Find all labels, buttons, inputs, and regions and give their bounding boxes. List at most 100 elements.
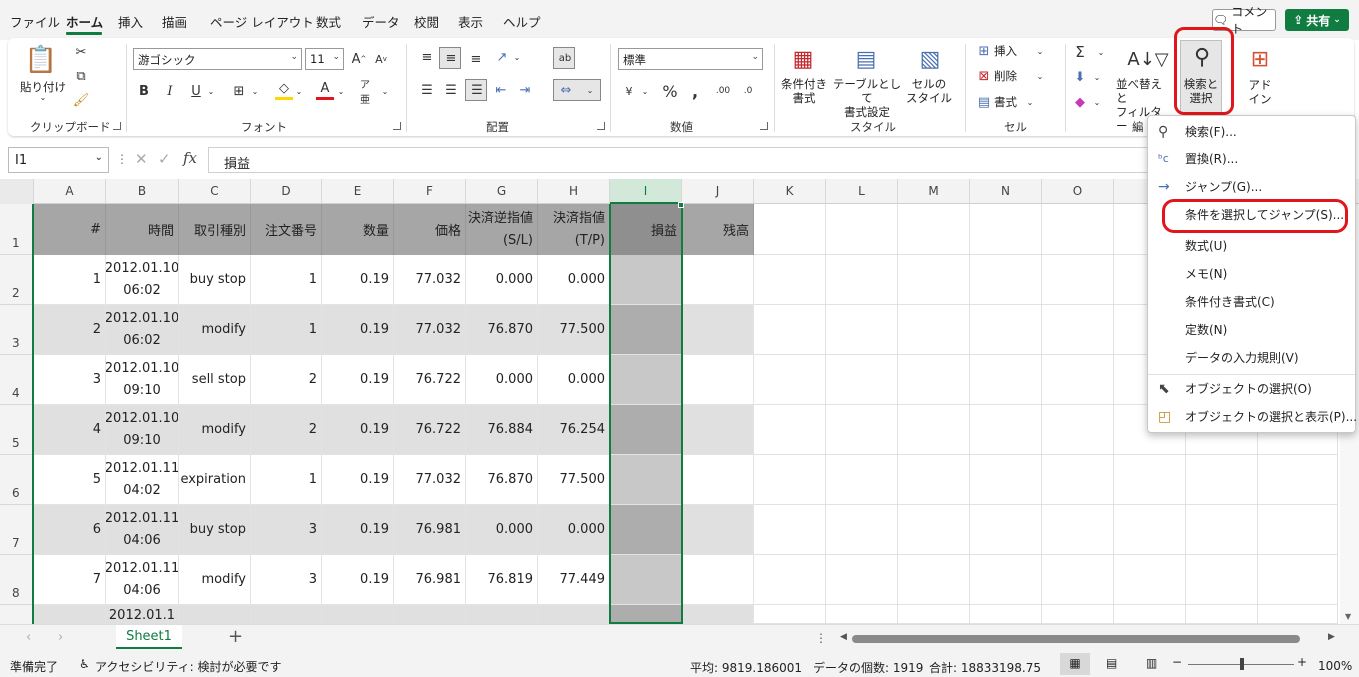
table-cell[interactable]: 0.000 bbox=[538, 255, 610, 305]
zoom-level[interactable]: 100% bbox=[1318, 659, 1352, 673]
next-sheet-icon[interactable]: › bbox=[58, 630, 63, 645]
percent-button[interactable]: % bbox=[660, 81, 680, 101]
table-cell[interactable]: 77.032 bbox=[394, 255, 466, 305]
format-cells-icon[interactable]: ▤ bbox=[975, 94, 993, 110]
table-cell[interactable]: 2012.01.10 06:02 bbox=[106, 255, 179, 305]
table-cell[interactable]: expiration bbox=[179, 455, 251, 505]
table-cell[interactable]: 0.000 bbox=[466, 505, 538, 555]
normal-view-icon[interactable]: ▦ bbox=[1060, 653, 1090, 675]
table-cell[interactable] bbox=[34, 605, 106, 624]
chevron-down-icon[interactable]: ⌄ bbox=[1035, 43, 1045, 59]
column-header-l[interactable]: L bbox=[826, 179, 898, 204]
menu-item-selection-pane[interactable]: ◰ オブジェクトの選択と表示(P)... bbox=[1148, 404, 1357, 430]
addin-icon[interactable]: ⊞ bbox=[1245, 44, 1275, 74]
tab-file[interactable]: ファイル bbox=[10, 12, 60, 31]
chevron-down-icon[interactable]: ⌄ bbox=[336, 82, 346, 100]
more-icon[interactable]: ⋮ bbox=[815, 631, 827, 645]
row-header-4[interactable]: 4 bbox=[0, 355, 33, 405]
copy-icon[interactable]: ⧉ bbox=[72, 68, 90, 84]
row-header-6[interactable]: 6 bbox=[0, 455, 33, 505]
decrease-font-icon[interactable]: Av bbox=[372, 50, 390, 68]
table-cell[interactable]: 0.19 bbox=[322, 455, 394, 505]
table-cell[interactable] bbox=[682, 605, 754, 624]
fill-icon[interactable]: ⬇ bbox=[1071, 68, 1089, 86]
table-header-cell[interactable]: 取引種別 bbox=[179, 204, 251, 255]
column-header-o[interactable]: O bbox=[1042, 179, 1114, 204]
table-cell[interactable]: 0.000 bbox=[466, 255, 538, 305]
menu-item-constants[interactable]: 定数(N) bbox=[1148, 317, 1355, 343]
menu-item-select-objects[interactable]: ⬉ オブジェクトの選択(O) bbox=[1148, 376, 1355, 402]
horizontal-scroll-thumb[interactable] bbox=[852, 635, 1300, 643]
table-cell[interactable]: 1 bbox=[34, 255, 106, 305]
table-cell[interactable]: 2012.01.1 bbox=[106, 605, 179, 624]
table-format-icon[interactable]: ▤ bbox=[851, 44, 881, 74]
row-header-7[interactable]: 7 bbox=[0, 505, 33, 555]
table-cell[interactable]: 0.000 bbox=[538, 505, 610, 555]
page-break-view-icon[interactable]: ▥ bbox=[1146, 656, 1157, 670]
number-format-select[interactable]: 標準 ⌄ bbox=[618, 48, 763, 70]
table-cell[interactable] bbox=[610, 305, 682, 355]
table-cell[interactable] bbox=[466, 605, 538, 624]
table-cell[interactable]: 77.500 bbox=[538, 305, 610, 355]
insert-function-icon[interactable]: fx bbox=[183, 149, 197, 167]
number-launcher-icon[interactable] bbox=[760, 122, 768, 130]
status-count[interactable]: データの個数: 1919 bbox=[813, 659, 923, 676]
table-cell[interactable]: 2012.01.10 06:02 bbox=[106, 305, 179, 355]
column-header-e[interactable]: E bbox=[322, 179, 394, 204]
table-cell[interactable]: 4 bbox=[34, 405, 106, 455]
table-cell[interactable]: 2012.01.11 04:06 bbox=[106, 555, 179, 605]
delete-button[interactable]: 削除 bbox=[994, 69, 1024, 83]
table-cell[interactable]: 1 bbox=[251, 305, 322, 355]
clipboard-launcher-icon[interactable] bbox=[113, 122, 121, 130]
table-cell[interactable]: 6 bbox=[34, 505, 106, 555]
decrease-indent-icon[interactable]: ⇤ bbox=[492, 81, 510, 99]
page-layout-view-icon[interactable]: ▤ bbox=[1106, 656, 1117, 670]
table-cell[interactable]: 76.884 bbox=[466, 405, 538, 455]
table-cell[interactable] bbox=[179, 605, 251, 624]
align-right-button[interactable]: ☰ bbox=[465, 79, 487, 101]
status-sum[interactable]: 合計: 18833198.75 bbox=[929, 659, 1041, 676]
select-all-button[interactable] bbox=[0, 179, 34, 204]
table-cell[interactable]: 76.981 bbox=[394, 555, 466, 605]
tab-review[interactable]: 校閲 bbox=[414, 12, 439, 31]
table-cell[interactable]: 76.722 bbox=[394, 355, 466, 405]
column-header-g[interactable]: G bbox=[466, 179, 538, 204]
table-cell[interactable] bbox=[682, 555, 754, 605]
table-cell[interactable]: 7 bbox=[34, 555, 106, 605]
chevron-down-icon[interactable]: ⌄ bbox=[512, 48, 522, 66]
column-header-m[interactable]: M bbox=[898, 179, 970, 204]
zoom-out-icon[interactable]: − bbox=[1172, 655, 1182, 669]
table-cell[interactable]: 3 bbox=[251, 555, 322, 605]
phonetic-icon[interactable]: ア亜 bbox=[360, 80, 378, 106]
scroll-down-icon[interactable]: ▼ bbox=[1345, 612, 1351, 621]
worksheet-grid[interactable]: # 時間 取引種別 注文番号 数量 価格 決済逆指値(S/L) 決済指値(T/P) 損益 残高 1 2… bbox=[34, 204, 1338, 624]
table-header-cell[interactable]: # bbox=[34, 204, 106, 255]
table-cell[interactable]: 1 bbox=[251, 455, 322, 505]
chevron-down-icon[interactable]: ⌄ bbox=[1092, 68, 1102, 86]
comma-style-icon[interactable]: , bbox=[686, 81, 704, 101]
format-painter-icon[interactable]: 🖌 bbox=[72, 92, 90, 108]
column-header-j[interactable]: J bbox=[682, 179, 754, 204]
fill-handle[interactable] bbox=[678, 202, 684, 208]
table-cell[interactable]: 2012.01.10 09:10 bbox=[106, 405, 179, 455]
table-cell[interactable] bbox=[682, 305, 754, 355]
table-cell[interactable] bbox=[610, 455, 682, 505]
cell-styles-button[interactable]: セルの スタイル bbox=[901, 77, 957, 105]
row-header-1[interactable]: 1 bbox=[0, 204, 33, 255]
clear-icon[interactable]: ◆ bbox=[1071, 93, 1089, 111]
table-cell[interactable]: 76.870 bbox=[466, 305, 538, 355]
table-cell[interactable]: 1 bbox=[251, 255, 322, 305]
orientation-icon[interactable]: ↗ bbox=[493, 48, 511, 66]
font-name-select[interactable]: 游ゴシック ⌄ bbox=[133, 48, 302, 70]
alignment-launcher-icon[interactable] bbox=[597, 122, 605, 130]
column-header-a[interactable]: A bbox=[34, 179, 106, 204]
more-icon[interactable]: ⋮ bbox=[116, 152, 128, 166]
tab-data[interactable]: データ bbox=[362, 12, 400, 31]
column-header-d[interactable]: D bbox=[251, 179, 322, 204]
table-cell[interactable]: 3 bbox=[34, 355, 106, 405]
chevron-down-icon[interactable]: ⌄ bbox=[1096, 43, 1106, 61]
fill-color-icon[interactable]: ◇ bbox=[275, 80, 293, 100]
font-launcher-icon[interactable] bbox=[393, 122, 401, 130]
sheet-tab-sheet1[interactable]: Sheet1 bbox=[116, 625, 182, 649]
table-cell[interactable]: 0.19 bbox=[322, 505, 394, 555]
